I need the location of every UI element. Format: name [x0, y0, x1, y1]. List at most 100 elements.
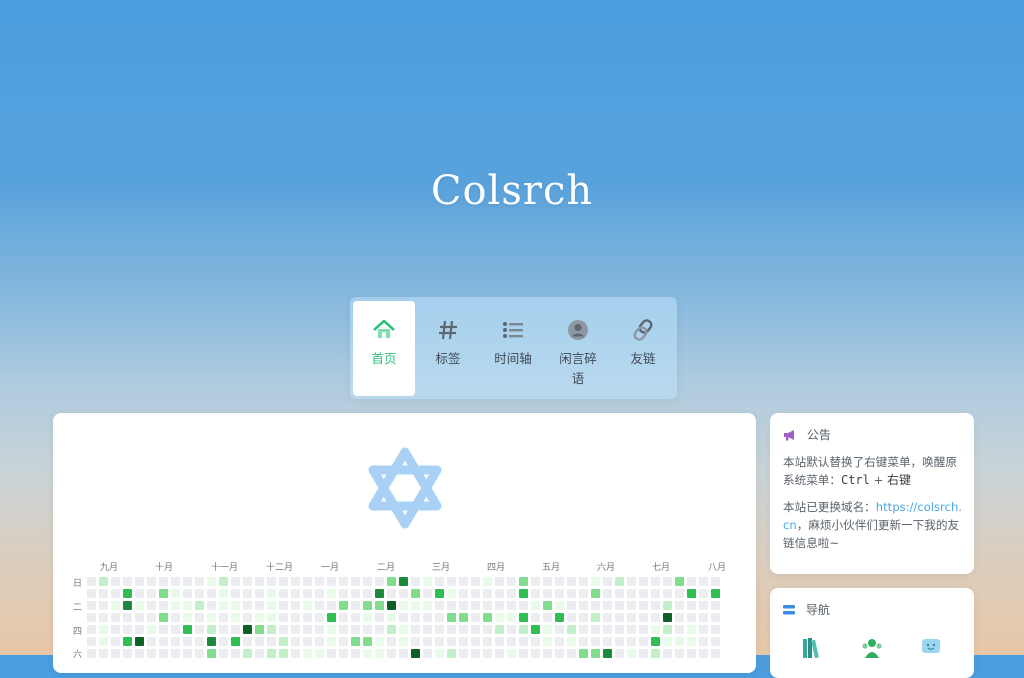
heatmap-cell[interactable] — [207, 649, 216, 658]
heatmap-cell[interactable] — [435, 613, 444, 622]
heatmap-cell[interactable] — [507, 601, 516, 610]
heatmap-cell[interactable] — [387, 613, 396, 622]
heatmap-cell[interactable] — [303, 625, 312, 634]
heatmap-cell[interactable] — [591, 577, 600, 586]
heatmap-cell[interactable] — [171, 577, 180, 586]
heatmap-cell[interactable] — [711, 613, 720, 622]
nav-item-timeline[interactable]: 时间轴 — [482, 301, 544, 396]
heatmap-cell[interactable] — [183, 613, 192, 622]
heatmap-cell[interactable] — [435, 637, 444, 646]
heatmap-cell[interactable] — [567, 637, 576, 646]
heatmap-cell[interactable] — [231, 613, 240, 622]
heatmap-cell[interactable] — [123, 649, 132, 658]
heatmap-cell[interactable] — [459, 625, 468, 634]
heatmap-cell[interactable] — [87, 637, 96, 646]
heatmap-cell[interactable] — [531, 625, 540, 634]
heatmap-cell[interactable] — [447, 625, 456, 634]
heatmap-cell[interactable] — [183, 601, 192, 610]
heatmap-cell[interactable] — [591, 613, 600, 622]
heatmap-cell[interactable] — [447, 589, 456, 598]
heatmap-cell[interactable] — [111, 649, 120, 658]
heatmap-cell[interactable] — [387, 649, 396, 658]
heatmap-cell[interactable] — [291, 649, 300, 658]
heatmap-cell[interactable] — [291, 613, 300, 622]
heatmap-cell[interactable] — [531, 589, 540, 598]
heatmap-cell[interactable] — [351, 625, 360, 634]
heatmap-cell[interactable] — [363, 625, 372, 634]
heatmap-cell[interactable] — [411, 577, 420, 586]
heatmap-cell[interactable] — [483, 601, 492, 610]
heatmap-cell[interactable] — [159, 577, 168, 586]
heatmap-cell[interactable] — [663, 613, 672, 622]
heatmap-cell[interactable] — [543, 577, 552, 586]
heatmap-cell[interactable] — [531, 601, 540, 610]
heatmap-cell[interactable] — [411, 601, 420, 610]
heatmap-cell[interactable] — [411, 637, 420, 646]
nav-item-friends[interactable]: 友链 — [612, 301, 674, 396]
heatmap-cell[interactable] — [303, 601, 312, 610]
heatmap-cell[interactable] — [675, 577, 684, 586]
heatmap-cell[interactable] — [279, 613, 288, 622]
heatmap-cell[interactable] — [483, 589, 492, 598]
heatmap-cell[interactable] — [111, 601, 120, 610]
heatmap-cell[interactable] — [291, 577, 300, 586]
heatmap-cell[interactable] — [243, 613, 252, 622]
heatmap-cell[interactable] — [471, 625, 480, 634]
heatmap-cell[interactable] — [171, 649, 180, 658]
heatmap-cell[interactable] — [315, 577, 324, 586]
heatmap-cell[interactable] — [663, 637, 672, 646]
heatmap-cell[interactable] — [207, 637, 216, 646]
heatmap-cell[interactable] — [687, 577, 696, 586]
heatmap-cell[interactable] — [351, 577, 360, 586]
heatmap-cell[interactable] — [615, 577, 624, 586]
heatmap-cell[interactable] — [219, 625, 228, 634]
heatmap-cell[interactable] — [567, 649, 576, 658]
heatmap-cell[interactable] — [219, 649, 228, 658]
heatmap-cell[interactable] — [147, 577, 156, 586]
heatmap-cell[interactable] — [303, 649, 312, 658]
heatmap-cell[interactable] — [303, 637, 312, 646]
heatmap-cell[interactable] — [447, 649, 456, 658]
heatmap-cell[interactable] — [495, 613, 504, 622]
heatmap-cell[interactable] — [423, 649, 432, 658]
heatmap-cell[interactable] — [639, 589, 648, 598]
heatmap-cell[interactable] — [351, 649, 360, 658]
heatmap-cell[interactable] — [303, 613, 312, 622]
heatmap-cell[interactable] — [615, 589, 624, 598]
heatmap-cell[interactable] — [99, 589, 108, 598]
heatmap-cell[interactable] — [267, 589, 276, 598]
heatmap-cell[interactable] — [471, 601, 480, 610]
heatmap-cell[interactable] — [351, 601, 360, 610]
heatmap-cell[interactable] — [399, 625, 408, 634]
heatmap-cell[interactable] — [99, 601, 108, 610]
heatmap-cell[interactable] — [507, 625, 516, 634]
heatmap-cell[interactable] — [243, 601, 252, 610]
heatmap-cell[interactable] — [159, 637, 168, 646]
heatmap-cell[interactable] — [651, 637, 660, 646]
heatmap-cell[interactable] — [339, 625, 348, 634]
heatmap-cell[interactable] — [207, 589, 216, 598]
heatmap-cell[interactable] — [255, 589, 264, 598]
heatmap-cell[interactable] — [567, 625, 576, 634]
heatmap-cell[interactable] — [123, 637, 132, 646]
heatmap-cell[interactable] — [627, 637, 636, 646]
heatmap-cell[interactable] — [159, 589, 168, 598]
heatmap-cell[interactable] — [399, 613, 408, 622]
heatmap-cell[interactable] — [315, 649, 324, 658]
heatmap-cell[interactable] — [555, 637, 564, 646]
heatmap-cell[interactable] — [615, 601, 624, 610]
heatmap-cell[interactable] — [675, 649, 684, 658]
heatmap-cell[interactable] — [699, 577, 708, 586]
heatmap-cell[interactable] — [231, 601, 240, 610]
heatmap-cell[interactable] — [399, 577, 408, 586]
heatmap-cell[interactable] — [243, 637, 252, 646]
heatmap-cell[interactable] — [579, 613, 588, 622]
heatmap-cell[interactable] — [171, 601, 180, 610]
heatmap-cell[interactable] — [591, 625, 600, 634]
heatmap-cell[interactable] — [363, 601, 372, 610]
heatmap-cell[interactable] — [339, 613, 348, 622]
heatmap-cell[interactable] — [195, 577, 204, 586]
heatmap-cell[interactable] — [699, 601, 708, 610]
heatmap-cell[interactable] — [603, 589, 612, 598]
heatmap-cell[interactable] — [243, 577, 252, 586]
